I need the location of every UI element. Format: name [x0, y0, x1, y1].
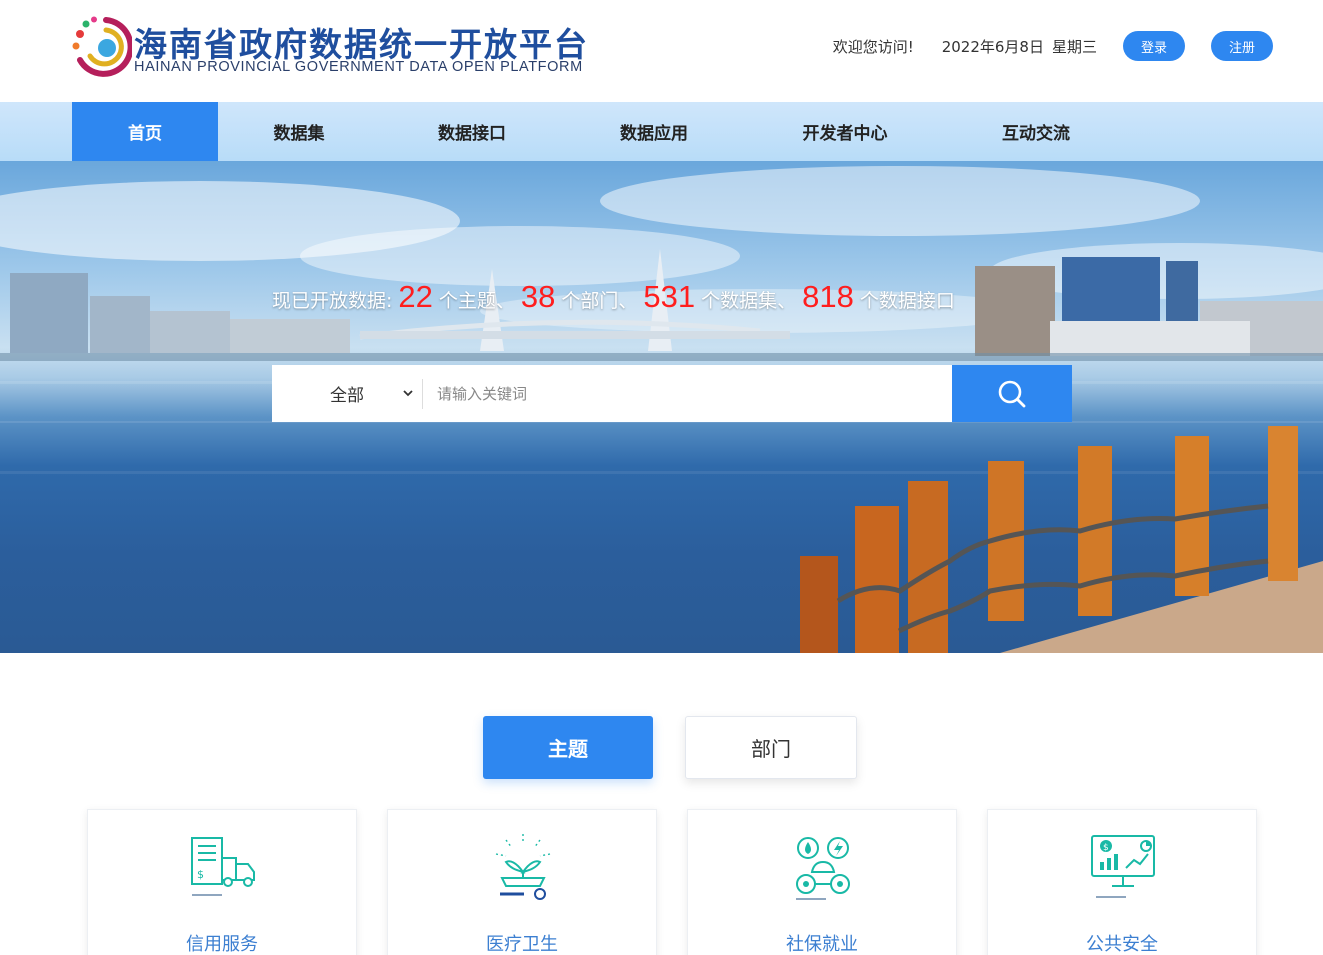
logo-mark-icon — [72, 16, 132, 77]
topic-card-credit-service[interactable]: $ 信用服务 — [87, 809, 357, 955]
topic-card-label: 社保就业 — [786, 934, 858, 955]
open-data-stats: 现已开放数据: 22 个主题、 38 个部门、 531 个数据集、 818 个数… — [272, 279, 955, 323]
register-button[interactable]: 注册 — [1211, 31, 1273, 61]
medical-plant-icon — [495, 834, 551, 900]
topic-card-grid: $ 信用服务 医疗卫生 社保就业 $ 公共安全 — [87, 809, 1257, 955]
search-icon — [998, 380, 1026, 407]
monitor-chart-icon: $ — [1091, 835, 1155, 898]
stats-departments-count: 38 — [520, 279, 556, 314]
site-logo[interactable]: 海南省政府数据统一开放平台 HAINAN PROVINCIAL GOVERNME… — [72, 16, 612, 78]
topic-card-social-security[interactable]: 社保就业 — [687, 809, 957, 955]
topic-card-label: 医疗卫生 — [486, 934, 558, 955]
nav-item-developer-center[interactable]: 开发者中心 — [772, 102, 918, 161]
nav-item-data-apps[interactable]: 数据应用 — [582, 102, 726, 161]
nav-item-datasets[interactable]: 数据集 — [232, 102, 366, 161]
stats-departments-label: 个部门、 — [561, 290, 638, 312]
nav-item-data-apis[interactable]: 数据接口 — [400, 102, 544, 161]
current-date: 2022年6月8日 — [941, 37, 1044, 56]
catalog-tabs: 主题 部门 — [483, 716, 857, 779]
login-button[interactable]: 登录 — [1123, 31, 1185, 61]
search-category-value: 全部 — [330, 386, 364, 406]
search-button[interactable] — [952, 365, 1072, 422]
hero-banner: 现已开放数据: 22 个主题、 38 个部门、 531 个数据集、 818 个数… — [0, 161, 1323, 653]
current-weekday: 星期三 — [1051, 37, 1097, 56]
svg-text:$: $ — [197, 868, 204, 881]
logo-title-en: HAINAN PROVINCIAL GOVERNMENT DATA OPEN P… — [134, 59, 583, 75]
search-input[interactable] — [423, 365, 952, 422]
stats-topics-count: 22 — [398, 279, 433, 314]
stats-apis-label: 个数据接口 — [859, 290, 955, 312]
stats-apis-count: 818 — [802, 279, 854, 314]
topic-card-medical-health[interactable]: 医疗卫生 — [387, 809, 657, 955]
nav-item-home[interactable]: 首页 — [72, 102, 218, 161]
topic-card-label: 公共安全 — [1086, 934, 1158, 955]
social-security-icon — [796, 837, 850, 900]
tab-topic[interactable]: 主题 — [483, 716, 653, 779]
stats-datasets-label: 个数据集、 — [701, 290, 797, 312]
user-topbar: 欢迎您访问! 2022年6月8日 星期三 登录 注册 — [833, 30, 1273, 62]
search-bar: 全部 — [272, 365, 1072, 422]
topic-card-public-safety[interactable]: $ 公共安全 — [987, 809, 1257, 955]
nav-item-interaction[interactable]: 互动交流 — [966, 102, 1106, 161]
svg-text:$: $ — [1103, 843, 1109, 853]
stats-prefix: 现已开放数据: — [272, 290, 393, 312]
search-category-select[interactable]: 全部 — [272, 365, 422, 422]
site-header: 海南省政府数据统一开放平台 HAINAN PROVINCIAL GOVERNME… — [0, 0, 1323, 102]
stats-topics-label: 个主题、 — [438, 290, 515, 312]
credit-truck-icon: $ — [191, 837, 255, 896]
welcome-text: 欢迎您访问! — [832, 37, 914, 56]
tab-department[interactable]: 部门 — [685, 716, 857, 779]
topic-card-label: 信用服务 — [186, 934, 258, 955]
main-nav: 首页 数据集 数据接口 数据应用 开发者中心 互动交流 — [0, 102, 1323, 161]
stats-datasets-count: 531 — [643, 279, 696, 314]
chevron-down-icon — [403, 390, 413, 397]
